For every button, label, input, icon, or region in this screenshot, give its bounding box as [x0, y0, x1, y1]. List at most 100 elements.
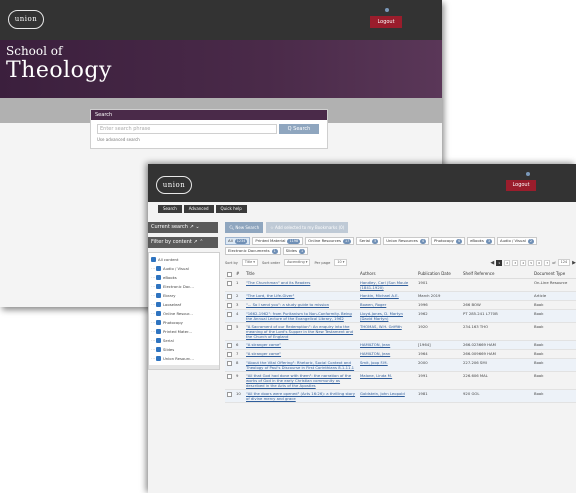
checkbox-checked-icon[interactable] — [156, 275, 161, 280]
horizontal-scrollbar[interactable] — [149, 365, 219, 369]
filter-chip[interactable]: Online Resources 17 — [305, 237, 355, 245]
tree-item[interactable]: ⋯ Serial — [151, 336, 217, 345]
column-header[interactable]: Authors — [358, 270, 416, 279]
tree-item[interactable]: ⋯ Electronic Doc... — [151, 282, 217, 291]
page-button[interactable]: 5 — [528, 259, 535, 266]
table-row[interactable]: 7 "A stranger came" HAMILTON, Jean 1964 266.… — [225, 349, 576, 359]
row-checkbox-cell[interactable] — [225, 349, 234, 359]
row-checkbox-cell[interactable] — [225, 322, 234, 341]
filter-chip[interactable]: Photocopy 4 — [430, 237, 466, 245]
table-row[interactable]: 5 "A Sacrament of our Redemption": An enq… — [225, 322, 576, 341]
page-button[interactable]: 3 — [512, 259, 519, 266]
checkbox-checked-icon[interactable] — [156, 329, 161, 334]
row-title-link[interactable]: "A stranger came" — [244, 349, 358, 359]
union-logo[interactable]: union — [156, 176, 192, 194]
row-checkbox-cell[interactable] — [225, 340, 234, 350]
filter-chip[interactable]: Slides 1 — [282, 247, 309, 255]
checkbox-checked-icon[interactable] — [156, 356, 161, 361]
row-title-link[interactable]: "The Lord, the Life-Giver" — [244, 291, 358, 301]
row-title-link[interactable]: "All that God had done with them": the n… — [244, 371, 358, 390]
row-author-link[interactable]: Smit, Joop F.M. — [358, 358, 416, 372]
column-header[interactable]: Document Type — [532, 270, 576, 279]
table-row[interactable]: 2 "The Lord, the Life-Giver" Hankin, Micha… — [225, 291, 576, 301]
row-author-link[interactable]: Lloyd-Jones, D. Martyn (David Martyn) — [358, 309, 416, 323]
notification-icon[interactable] — [526, 172, 530, 176]
row-title-link[interactable]: "A Sacrament of our Redemption": An enqu… — [244, 322, 358, 341]
column-header[interactable]: Shelf Reference — [461, 270, 532, 279]
row-title-link[interactable]: "... So I send you": a study guide to mi… — [244, 300, 358, 310]
checkbox-checked-icon[interactable] — [156, 293, 161, 298]
page-button[interactable]: 4 — [520, 259, 527, 266]
row-checkbox[interactable] — [227, 342, 232, 348]
page-button[interactable]: 6 — [536, 259, 543, 266]
checkbox-checked-icon[interactable] — [156, 347, 161, 352]
column-header[interactable]: Publication Date — [416, 270, 461, 279]
tree-item[interactable]: ⋯ Printed Mater... — [151, 327, 217, 336]
table-row[interactable]: 1 "The Churchman" and its Readers Handley,… — [225, 278, 576, 292]
table-row[interactable]: 8 "About the Vital Offering": Rhetoric, S… — [225, 358, 576, 372]
row-checkbox-cell[interactable] — [225, 358, 234, 372]
tree-item[interactable]: ⋯ Photocopy — [151, 318, 217, 327]
tree-item[interactable]: All content — [151, 255, 217, 264]
filter-chip[interactable]: Audio / Visual 2 — [497, 237, 537, 245]
tree-item[interactable]: ⋯ Audio / Visual — [151, 264, 217, 273]
row-checkbox[interactable] — [227, 373, 232, 379]
row-checkbox-cell[interactable] — [225, 278, 234, 292]
row-title-link[interactable]: "About the Vital Offering": Rhetoric, So… — [244, 358, 358, 372]
tree-item[interactable]: ⋯ Slides — [151, 345, 217, 354]
filter-chip[interactable]: eBooks 3 — [467, 237, 495, 245]
row-checkbox[interactable] — [227, 293, 232, 299]
tree-item[interactable]: ⋯ Online Resour... — [151, 309, 217, 318]
notification-icon[interactable] — [385, 8, 389, 12]
row-checkbox-cell[interactable] — [225, 389, 234, 403]
filter-chip[interactable]: Printed Material 1198 — [252, 237, 304, 245]
sort-by-select[interactable]: Title ▾ — [241, 259, 258, 266]
row-checkbox[interactable] — [227, 302, 232, 308]
column-header[interactable]: # — [234, 270, 244, 279]
page-button[interactable]: 7 — [544, 259, 551, 266]
advanced-search-link[interactable]: Use advanced search — [97, 137, 140, 142]
union-logo[interactable]: union — [8, 10, 44, 29]
per-page-select[interactable]: 10 ▾ — [334, 259, 348, 266]
tab-search[interactable]: Search — [158, 205, 182, 213]
row-author-link[interactable]: Malone, Linda M. — [358, 371, 416, 390]
page-button[interactable]: 2 — [504, 259, 511, 266]
table-row[interactable]: 3 "... So I send you": a study guide to m… — [225, 300, 576, 310]
filter-chip[interactable]: Serial 5 — [356, 237, 382, 245]
filter-chip[interactable]: Electronic Documents 1 — [225, 247, 281, 255]
filter-by-content-header[interactable]: Filter by content ↗ ⌃ — [148, 237, 218, 248]
select-all-checkbox[interactable] — [227, 271, 232, 277]
checkbox-checked-icon[interactable] — [156, 284, 161, 289]
row-author-link[interactable]: Hankin, Michael A.E. — [358, 291, 416, 301]
logout-button[interactable]: Logout — [506, 180, 536, 191]
row-checkbox-cell[interactable] — [225, 371, 234, 390]
logout-button[interactable]: Logout — [370, 16, 402, 28]
filter-chip[interactable]: Union Resources 4 — [383, 237, 429, 245]
row-checkbox-cell[interactable] — [225, 291, 234, 301]
search-button[interactable]: Q Search — [279, 124, 319, 134]
tab-quick-help[interactable]: Quick help — [215, 205, 247, 213]
row-title-link[interactable]: "All the doors were opened" (Acts 16:26)… — [244, 389, 358, 403]
table-row[interactable]: 4 "1662-1962": from Puritanism to Non-Con… — [225, 309, 576, 323]
table-row[interactable]: 9 "All that God had done with them": the … — [225, 371, 576, 390]
row-title-link[interactable]: "A stranger came" — [244, 340, 358, 350]
checkbox-checked-icon[interactable] — [156, 311, 161, 316]
row-author-link[interactable]: HAMILTON, Jean — [358, 340, 416, 350]
row-checkbox[interactable] — [227, 360, 232, 366]
checkbox-checked-icon[interactable] — [156, 320, 161, 325]
row-author-link[interactable]: Handley, Carl (Sun Moule (1841-1920) — [358, 278, 416, 292]
row-checkbox[interactable] — [227, 311, 232, 317]
table-row[interactable]: 6 "A stranger came" HAMILTON, Jean [1964] 26… — [225, 340, 576, 350]
next-page-icon[interactable]: ▶ — [572, 260, 576, 266]
tree-item[interactable]: ⋯ eBooks — [151, 273, 217, 282]
tree-item[interactable]: ⋯ Ebrary — [151, 291, 217, 300]
checkbox-checked-icon[interactable] — [151, 257, 156, 262]
checkbox-checked-icon[interactable] — [156, 302, 161, 307]
row-checkbox-cell[interactable] — [225, 309, 234, 323]
select-all-cell[interactable] — [225, 270, 234, 279]
row-author-link[interactable]: Goldstein, John Leopold — [358, 389, 416, 403]
row-checkbox[interactable] — [227, 280, 232, 286]
new-search-button[interactable]: 🔍︎ New Search — [225, 222, 264, 233]
add-bookmarks-button[interactable]: ☆ Add selected to my Bookmarks (0) — [266, 222, 349, 233]
current-search-header[interactable]: Current search ↗ ⌄ — [148, 222, 218, 233]
